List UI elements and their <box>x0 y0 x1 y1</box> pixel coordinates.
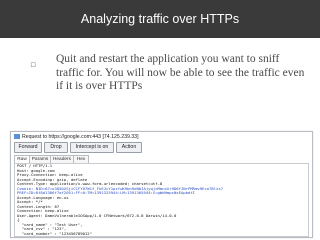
request-icon <box>14 134 20 139</box>
bullet-icon: ▫ <box>30 60 37 70</box>
tab-raw[interactable]: Raw <box>14 155 30 163</box>
request-label-row: Request to https://google.com:443 [74.12… <box>14 134 139 140</box>
raw-request-editor[interactable]: POST / HTTP/1.1 Host: google.com Proxy-C… <box>14 163 309 237</box>
action-button[interactable]: Action <box>116 142 142 153</box>
request-label: Request to https://google.com:443 [74.12… <box>22 134 139 140</box>
slide-body-text: Quit and restart the application you wan… <box>56 53 305 92</box>
slide-title: Analyzing traffic over HTTPs <box>80 12 240 26</box>
raw-line: } <box>17 235 19 236</box>
tab-headers[interactable]: Headers <box>50 155 74 163</box>
intercept-toggle-button[interactable]: Intercept is on <box>70 142 114 153</box>
drop-button[interactable]: Drop <box>44 142 68 153</box>
intercept-window: Request to https://google.com:443 [74.12… <box>10 131 313 238</box>
tab-hex[interactable]: Hex <box>73 155 89 163</box>
tab-params[interactable]: Params <box>29 155 51 163</box>
forward-button[interactable]: Forward <box>14 142 42 153</box>
slide-title-bar: Analyzing traffic over HTTPs <box>0 0 320 38</box>
